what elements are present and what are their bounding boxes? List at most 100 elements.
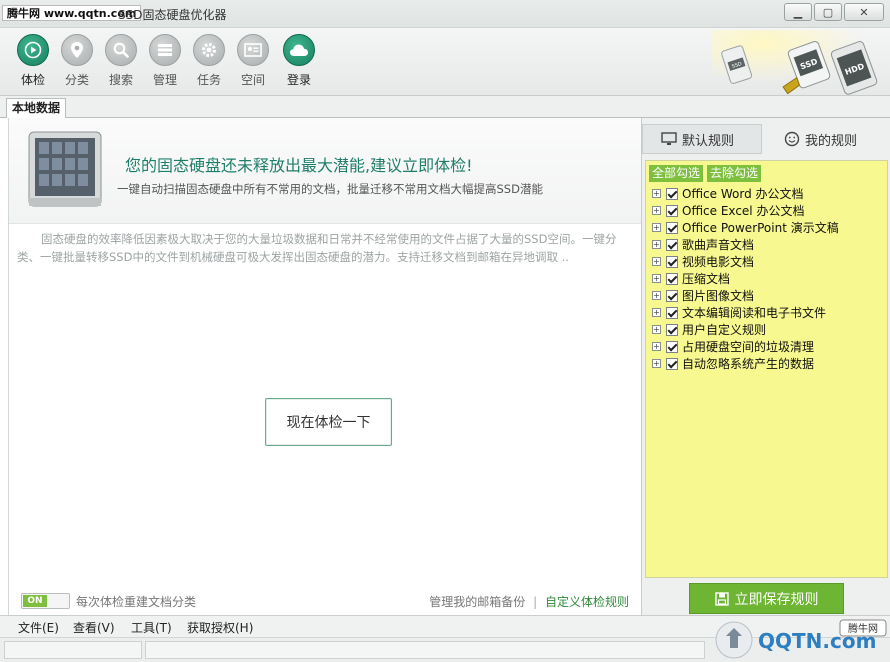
title-bar: 腾牛网 www.qqtn.com SSD固态硬盘优化器 ▁ ▢ ✕ — [0, 0, 890, 28]
search-icon — [105, 34, 137, 66]
play-icon — [17, 34, 49, 66]
watermark-brand-text: 腾牛网 — [848, 622, 878, 635]
select-all-button[interactable]: 全部勾选 — [649, 165, 704, 182]
rule-item[interactable]: + 歌曲声音文档 — [652, 236, 839, 253]
rule-checkbox[interactable] — [666, 357, 678, 370]
deselect-all-button[interactable]: 去除勾选 — [707, 165, 762, 182]
rule-label: 视频电影文档 — [682, 255, 755, 269]
toolbar-manage[interactable]: 管理 — [145, 34, 185, 88]
toolbar-search-label: 搜索 — [108, 73, 133, 87]
rules-tabs: 默认规则 我的规则 — [642, 118, 890, 158]
tab-my-rules-label: 我的规则 — [805, 133, 858, 149]
tab-default-rules-label: 默认规则 — [682, 133, 735, 149]
cloud-icon — [283, 34, 315, 66]
toolbar-login[interactable]: 登录 — [279, 34, 319, 88]
rule-item[interactable]: + Office PowerPoint 演示文稿 — [652, 219, 839, 236]
close-button[interactable]: ✕ — [844, 3, 884, 21]
toolbar-space-label: 空间 — [240, 73, 265, 87]
rule-checkbox[interactable] — [666, 221, 678, 234]
rule-checkbox[interactable] — [666, 255, 678, 268]
menu-file[interactable]: 文件(E) — [18, 619, 59, 636]
location-pin-icon — [61, 34, 93, 66]
manage-mail-backup-link[interactable]: 管理我的邮箱备份 — [429, 595, 525, 609]
rules-list-area: 全部勾选 去除勾选 + Office Word 办公文档 + Office Exce… — [645, 160, 888, 578]
rule-checkbox[interactable] — [666, 289, 678, 302]
toolbar-classify[interactable]: 分类 — [57, 34, 97, 88]
main-panel: 您的固态硬盘还未释放出最大潜能,建议立即体检! 一键自动扫描固态硬盘中所有不常用… — [8, 118, 642, 615]
toolbar-checkup-label: 体检 — [20, 73, 45, 87]
selection-buttons: 全部勾选 去除勾选 — [649, 165, 762, 182]
banner-title: 您的固态硬盘还未释放出最大潜能,建议立即体检! — [125, 156, 473, 175]
rule-item[interactable]: + Office Word 办公文档 — [652, 185, 839, 202]
tab-default-rules[interactable]: 默认规则 — [642, 124, 762, 154]
description-text: 固态硬盘的效率降低因素极大取决于您的大量垃圾数据和日常并不经常使用的文件占据了大… — [17, 232, 617, 264]
rule-item[interactable]: + 占用硬盘空间的垃圾清理 — [652, 338, 839, 355]
rule-label: Office PowerPoint 演示文稿 — [682, 221, 839, 235]
rule-checkbox[interactable] — [666, 238, 678, 251]
maximize-button[interactable]: ▢ — [814, 3, 842, 21]
start-checkup-button[interactable]: 现在体检一下 — [265, 398, 392, 446]
rule-label: 占用硬盘空间的垃圾清理 — [682, 340, 815, 354]
expand-icon[interactable]: + — [652, 223, 661, 232]
expand-icon[interactable]: + — [652, 325, 661, 334]
rule-item[interactable]: + 压缩文档 — [652, 270, 839, 287]
bottom-links: 管理我的邮箱备份 | 自定义体检规则 — [429, 593, 629, 610]
menu-tools[interactable]: 工具(T) — [131, 619, 172, 636]
save-rules-label: 立即保存规则 — [734, 591, 819, 608]
toolbar-space[interactable]: 空间 — [233, 34, 273, 88]
expand-icon[interactable]: + — [652, 206, 661, 215]
rule-item[interactable]: + 文本编辑阅读和电子书文件 — [652, 304, 839, 321]
toolbar-checkup[interactable]: 体检 — [13, 34, 53, 88]
toolbar-tasks-label: 任务 — [196, 73, 221, 87]
banner-subtitle: 一键自动扫描固态硬盘中所有不常用的文档，批量迁移不常用文档大幅提高SSD潜能 — [117, 182, 543, 196]
checkup-banner: 您的固态硬盘还未释放出最大潜能,建议立即体检! 一键自动扫描固态硬盘中所有不常用… — [9, 118, 642, 224]
ssd-hdd-graphic: SSD SSD HDD — [712, 30, 882, 96]
rebuild-classify-toggle[interactable]: ON — [21, 593, 70, 609]
rule-checkbox[interactable] — [666, 204, 678, 217]
status-segment — [4, 641, 142, 659]
rule-item[interactable]: + 用户自定义规则 — [652, 321, 839, 338]
app-title: SSD固态硬盘优化器 — [118, 8, 227, 22]
expand-icon[interactable]: + — [652, 257, 661, 266]
save-icon — [714, 591, 729, 606]
gear-icon — [193, 34, 225, 66]
rule-checkbox[interactable] — [666, 272, 678, 285]
id-card-icon — [237, 34, 269, 66]
rule-checkbox[interactable] — [666, 306, 678, 319]
expand-icon[interactable]: + — [652, 240, 661, 249]
expand-icon[interactable]: + — [652, 342, 661, 351]
list-icon — [149, 34, 181, 66]
tab-local-data[interactable]: 本地数据 — [6, 98, 67, 118]
save-rules-button[interactable]: 立即保存规则 — [689, 583, 844, 614]
expand-icon[interactable]: + — [652, 274, 661, 283]
toolbar-tasks[interactable]: 任务 — [189, 34, 229, 88]
tab-bar: 本地数据 — [0, 96, 890, 118]
expand-icon[interactable]: + — [652, 291, 661, 300]
expand-icon[interactable]: + — [652, 308, 661, 317]
rule-label: 自动忽略系统产生的数据 — [682, 357, 815, 371]
rule-item[interactable]: + 图片图像文档 — [652, 287, 839, 304]
expand-icon[interactable]: + — [652, 359, 661, 368]
rule-label: 图片图像文档 — [682, 289, 755, 303]
rule-label: 歌曲声音文档 — [682, 238, 755, 252]
tab-my-rules[interactable]: 我的规则 — [784, 124, 857, 154]
rule-checkbox[interactable] — [666, 323, 678, 336]
rule-checkbox[interactable] — [666, 340, 678, 353]
rule-checkbox[interactable] — [666, 187, 678, 200]
rule-item[interactable]: + 视频电影文档 — [652, 253, 839, 270]
rule-label: 用户自定义规则 — [682, 323, 767, 337]
minimize-button[interactable]: ▁ — [784, 3, 812, 21]
rules-panel: 默认规则 我的规则 全部勾选 去除勾选 + Office Word 办公文档 + O… — [641, 118, 890, 615]
toggle-label: 每次体检重建文档分类 — [76, 595, 197, 609]
rule-label: Office Excel 办公文档 — [682, 204, 805, 218]
custom-rules-link[interactable]: 自定义体检规则 — [545, 595, 629, 609]
rule-label: Office Word 办公文档 — [682, 187, 804, 201]
menu-license[interactable]: 获取授权(H) — [187, 619, 253, 636]
rule-item[interactable]: + 自动忽略系统产生的数据 — [652, 355, 839, 372]
menu-view[interactable]: 查看(V) — [73, 619, 115, 636]
rule-label: 压缩文档 — [682, 272, 731, 286]
rule-item[interactable]: + Office Excel 办公文档 — [652, 202, 839, 219]
main-toolbar: 体检 分类 搜索 管理 任务 空间 登录 SSD SSD HDD — [0, 28, 890, 96]
toolbar-search[interactable]: 搜索 — [101, 34, 141, 88]
expand-icon[interactable]: + — [652, 189, 661, 198]
